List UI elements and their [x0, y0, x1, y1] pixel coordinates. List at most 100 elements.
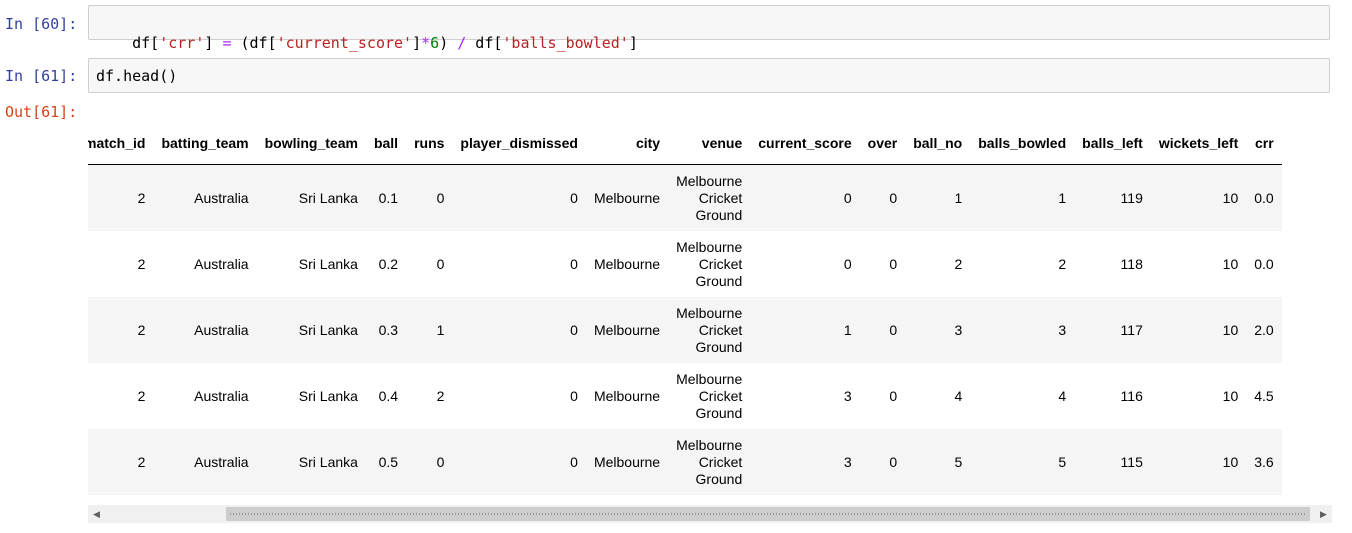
scroll-right-arrow-icon[interactable]: ▶: [1315, 505, 1332, 523]
venue-line: Melbourne: [676, 172, 743, 189]
cell-over: 0: [859, 297, 906, 363]
cell-batting-team: Australia: [153, 164, 257, 231]
cell-venue: Melbourne Cricket Ground: [668, 164, 751, 231]
code-token: ]: [628, 34, 638, 52]
column-header-ball: ball: [365, 122, 407, 165]
table-row: 2 Australia Sri Lanka 0.4 2 0 Melbourne Melbour…: [88, 363, 1282, 429]
scrollbar-thumb[interactable]: [226, 507, 1310, 521]
cell-60-prompt: In [60]:: [5, 15, 78, 33]
horizontal-scrollbar[interactable]: ◀ ▶: [88, 505, 1332, 523]
cell-bowling-team: Sri Lanka: [256, 363, 366, 429]
dataframe-table: match_id batting_team bowling_team ball runs…: [88, 122, 1282, 495]
cell-ball: 0.5: [365, 429, 407, 495]
column-header-wickets-left: wickets_left: [1150, 122, 1247, 165]
cell-batting-team: Australia: [153, 231, 257, 297]
table-row: 2 Australia Sri Lanka 0.2 0 0 Melbourne Melbour…: [88, 231, 1282, 297]
cell-venue: Melbourne Cricket Ground: [668, 297, 751, 363]
cell-over: 0: [859, 231, 906, 297]
cell-balls-left: 115: [1074, 429, 1151, 495]
cell-match-id: 2: [88, 297, 154, 363]
venue-line: Cricket: [698, 453, 743, 470]
cell-60-input[interactable]: df['crr'] = (df['current_score']*6) / df…: [88, 5, 1330, 52]
cell-current-score: 0: [750, 231, 860, 297]
cell-bowling-team: Sri Lanka: [256, 164, 366, 231]
cell-61-input[interactable]: df.head(): [88, 58, 1330, 93]
cell-city: Melbourne: [585, 231, 669, 297]
cell-over: 0: [859, 429, 906, 495]
scroll-left-arrow-icon[interactable]: ◀: [88, 505, 105, 523]
cell-player-dismissed: 0: [452, 231, 586, 297]
code-token: *: [421, 34, 431, 52]
code-token: /: [457, 34, 467, 52]
code-token: ]: [412, 34, 422, 52]
cell-balls-left: 117: [1074, 297, 1151, 363]
cell-balls-bowled: 4: [970, 363, 1075, 429]
cell-city: Melbourne: [585, 164, 669, 231]
cell-runs: 0: [406, 429, 453, 495]
venue-line: Melbourne: [676, 436, 743, 453]
column-header-player-dismissed: player_dismissed: [452, 122, 586, 165]
code-token: ): [439, 34, 458, 52]
code-token: df[: [466, 34, 503, 52]
code-token: (df[: [231, 34, 277, 52]
column-header-ball-no: ball_no: [905, 122, 971, 165]
cell-ball-no: 5: [905, 429, 971, 495]
venue-line: Melbourne: [676, 304, 743, 321]
cell-balls-bowled: 1: [970, 164, 1075, 231]
cell-runs: 0: [406, 231, 453, 297]
venue-line: Cricket: [698, 387, 743, 404]
code-token: 6: [430, 34, 440, 52]
cell-ball: 0.1: [365, 164, 407, 231]
cell-match-id: 2: [88, 363, 154, 429]
cell-ball: 0.4: [365, 363, 407, 429]
cell-ball-no: 4: [905, 363, 971, 429]
venue-line: Ground: [695, 272, 743, 289]
cell-ball-no: 2: [905, 231, 971, 297]
cell-wickets-left: 10: [1150, 363, 1247, 429]
cell-city: Melbourne: [585, 363, 669, 429]
cell-venue: Melbourne Cricket Ground: [668, 363, 751, 429]
venue-line: Cricket: [698, 321, 743, 338]
table-row: 2 Australia Sri Lanka 0.3 1 0 Melbourne Melbour…: [88, 297, 1282, 363]
cell-balls-left: 119: [1074, 164, 1151, 231]
dataframe-output[interactable]: match_id batting_team bowling_team ball runs…: [88, 122, 1332, 502]
cell-player-dismissed: 0: [452, 164, 586, 231]
column-header-city: city: [585, 122, 669, 165]
cell-current-score: 3: [750, 429, 860, 495]
cell-player-dismissed: 0: [452, 363, 586, 429]
cell-over: 0: [859, 164, 906, 231]
code-token: 'crr': [159, 34, 205, 52]
table-row: 2 Australia Sri Lanka 0.5 0 0 Melbourne Melbour…: [88, 429, 1282, 495]
cell-match-id: 2: [88, 231, 154, 297]
cell-player-dismissed: 0: [452, 297, 586, 363]
cell-wickets-left: 10: [1150, 429, 1247, 495]
cell-bowling-team: Sri Lanka: [256, 231, 366, 297]
cell-runs: 1: [406, 297, 453, 363]
cell-bowling-team: Sri Lanka: [256, 429, 366, 495]
cell-crr: 4.5: [1246, 363, 1282, 429]
cell-ball-no: 3: [905, 297, 971, 363]
output-prompt: Out[61]:: [5, 103, 78, 121]
column-header-venue: venue: [668, 122, 751, 165]
cell-crr: 3.6: [1246, 429, 1282, 495]
cell-runs: 0: [406, 164, 453, 231]
cell-balls-left: 116: [1074, 363, 1151, 429]
cell-balls-bowled: 2: [970, 231, 1075, 297]
cell-balls-left: 118: [1074, 231, 1151, 297]
venue-line: Melbourne: [676, 238, 743, 255]
cell-current-score: 0: [750, 164, 860, 231]
venue-line: Cricket: [698, 255, 743, 272]
column-header-runs: runs: [406, 122, 453, 165]
cell-balls-bowled: 3: [970, 297, 1075, 363]
column-header-match-id: match_id: [88, 122, 154, 165]
cell-balls-bowled: 5: [970, 429, 1075, 495]
cell-ball: 0.2: [365, 231, 407, 297]
cell-current-score: 3: [750, 363, 860, 429]
venue-line: Ground: [695, 338, 743, 355]
column-header-balls-bowled: balls_bowled: [970, 122, 1075, 165]
cell-city: Melbourne: [585, 429, 669, 495]
table-header-row: match_id batting_team bowling_team ball runs…: [88, 122, 1282, 165]
cell-61-code: df.head(): [96, 67, 178, 85]
venue-line: Ground: [695, 206, 743, 223]
column-header-bowling-team: bowling_team: [256, 122, 366, 165]
